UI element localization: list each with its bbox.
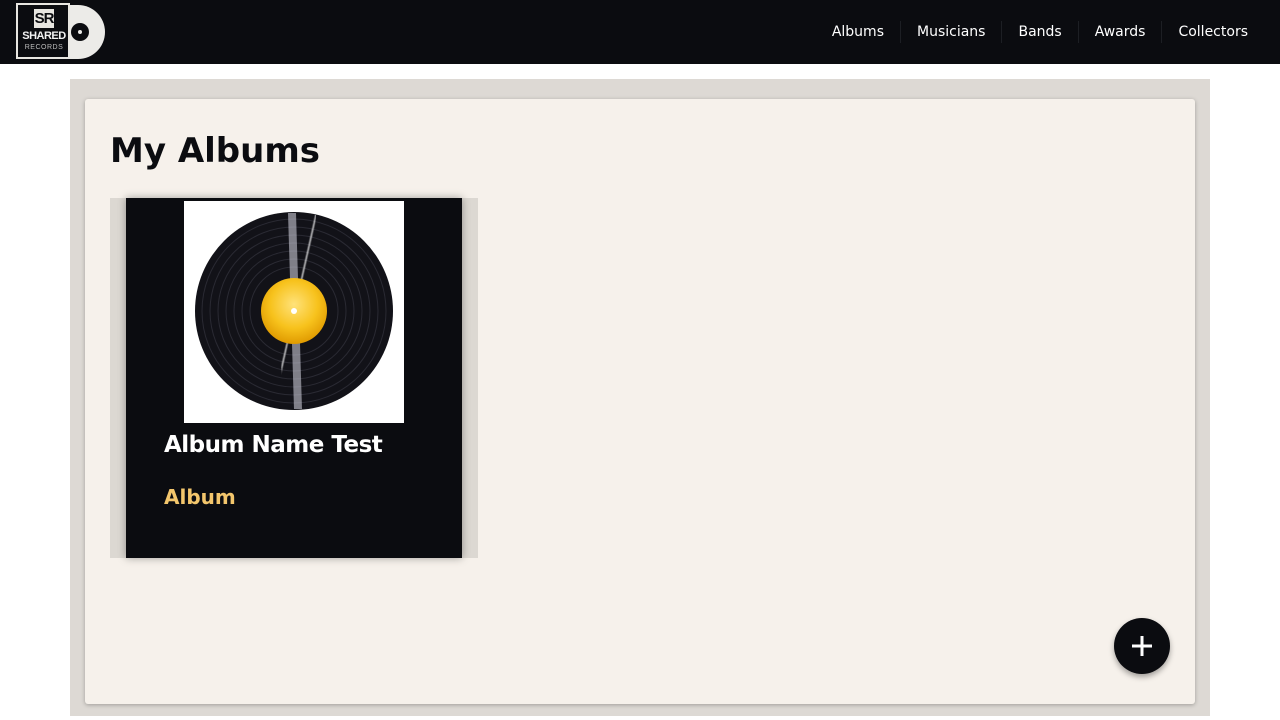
page-title: My Albums xyxy=(110,131,321,171)
add-album-button[interactable] xyxy=(1114,618,1170,674)
nav-link-albums[interactable]: Albums xyxy=(816,21,900,43)
nav-link-musicians[interactable]: Musicians xyxy=(900,21,1001,43)
logo-initials: SR xyxy=(34,9,54,28)
album-type-label: Album xyxy=(164,485,236,509)
nav-link-collectors[interactable]: Collectors xyxy=(1161,21,1264,43)
album-card[interactable]: Album Name Test Album xyxy=(126,198,462,558)
logo-subtitle: RECORDS xyxy=(24,44,64,51)
album-cover xyxy=(184,201,404,423)
plus-icon xyxy=(1132,636,1152,656)
nav-link-bands[interactable]: Bands xyxy=(1001,21,1077,43)
nav-link-awards[interactable]: Awards xyxy=(1077,21,1162,43)
album-name[interactable]: Album Name Test xyxy=(164,430,383,460)
page-frame: My Albums Album Name Test Album xyxy=(70,79,1210,716)
main-nav: Albums Musicians Bands Awards Collectors xyxy=(816,0,1264,64)
album-card-slot: Album Name Test Album xyxy=(110,198,478,558)
top-navbar: SR SHARED RECORDS Albums Musicians Bands… xyxy=(0,0,1280,64)
shared-records-logo[interactable]: SR SHARED RECORDS xyxy=(16,3,105,61)
logo-wordmark: SHARED xyxy=(22,30,66,42)
albums-panel: My Albums Album Name Test Album xyxy=(85,99,1195,704)
vinyl-record-icon xyxy=(195,212,393,411)
logo-badge: SR SHARED RECORDS xyxy=(16,3,70,59)
